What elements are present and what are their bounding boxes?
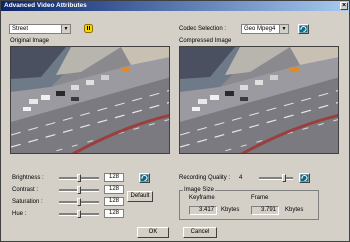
slider-thumb[interactable]: [77, 210, 81, 218]
original-image: [10, 46, 170, 154]
slider-thumb[interactable]: [282, 174, 286, 182]
codec-label: Codec Selection :: [179, 26, 227, 32]
title-bar: Advanced Video Attributes ×: [1, 1, 349, 11]
close-button[interactable]: ×: [340, 2, 348, 10]
info-icon[interactable]: [84, 24, 93, 33]
saturation-label: Saturation :: [12, 199, 43, 205]
original-image-label: Original Image: [10, 38, 50, 44]
frame-size-value: 3.791: [251, 206, 279, 215]
compressed-image: [179, 46, 339, 154]
dialog-window: Advanced Video Attributes × Street ▼ Cod…: [0, 0, 350, 242]
frame-unit: Kbytes: [285, 207, 304, 213]
recording-quality-value: 4: [239, 175, 243, 181]
chevron-down-icon[interactable]: ▼: [279, 25, 288, 33]
chevron-down-icon[interactable]: ▼: [61, 25, 70, 33]
hue-label: Hue :: [12, 211, 27, 217]
brightness-slider[interactable]: [59, 174, 99, 182]
keyframe-label: Keyframe: [189, 195, 215, 201]
cancel-button[interactable]: Cancel: [183, 227, 217, 238]
refresh-icon: [299, 25, 308, 33]
slider-thumb[interactable]: [77, 186, 81, 194]
brightness-label: Brightness :: [12, 175, 44, 181]
window-title: Advanced Video Attributes: [4, 2, 87, 9]
codec-select[interactable]: Geo Mpeg4 ▼: [241, 24, 289, 34]
refresh-icon: [140, 174, 149, 182]
slider-thumb[interactable]: [77, 174, 81, 182]
frame-label: Frame: [251, 195, 269, 201]
brightness-value[interactable]: 128: [104, 173, 124, 182]
image-size-title: Image Size: [183, 187, 216, 194]
quality-refresh-button[interactable]: [299, 173, 310, 183]
recording-quality-label: Recording Quality :: [179, 175, 231, 181]
keyframe-size-value: 3.417: [189, 206, 217, 215]
source-select-value: Street: [12, 26, 29, 32]
contrast-label: Contrast :: [12, 187, 39, 193]
contrast-slider[interactable]: [59, 186, 99, 194]
hue-slider[interactable]: [59, 210, 99, 218]
color-refresh-button[interactable]: [139, 173, 150, 183]
saturation-value[interactable]: 128: [104, 197, 124, 206]
recording-quality-slider[interactable]: [259, 174, 293, 182]
ok-button[interactable]: OK: [137, 227, 169, 238]
source-select[interactable]: Street ▼: [9, 24, 71, 34]
contrast-value[interactable]: 128: [104, 185, 124, 194]
keyframe-unit: Kbytes: [221, 207, 240, 213]
compressed-image-label: Compressed Image: [179, 38, 232, 44]
slider-thumb[interactable]: [77, 198, 81, 206]
default-button[interactable]: Default: [127, 191, 153, 202]
codec-select-value: Geo Mpeg4: [244, 26, 276, 32]
hue-value[interactable]: 128: [104, 209, 124, 218]
refresh-icon: [300, 174, 309, 182]
codec-settings-button[interactable]: [298, 24, 309, 34]
saturation-slider[interactable]: [59, 198, 99, 206]
